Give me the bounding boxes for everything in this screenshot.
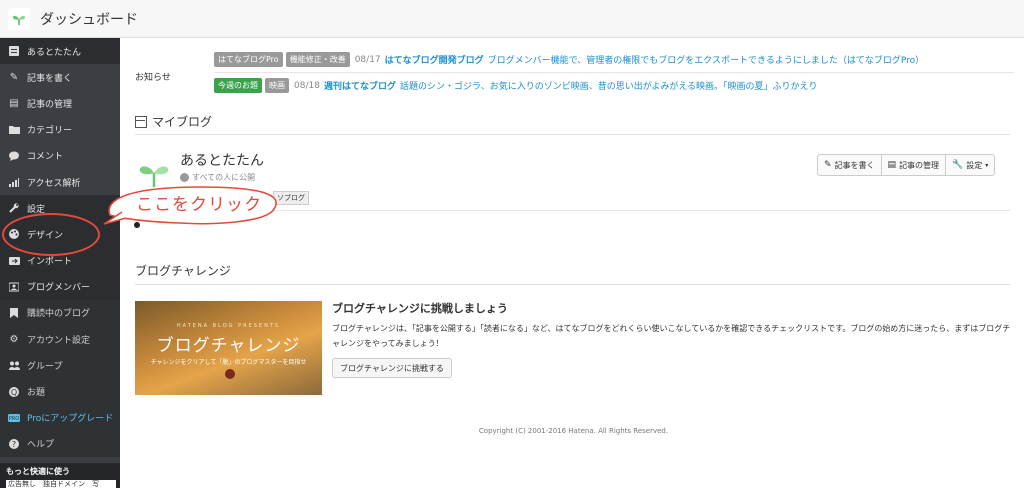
question-icon: Q [8,386,20,398]
group-icon [8,359,20,371]
notice-tag[interactable]: 映画 [265,78,289,93]
document-icon: ▤ [887,160,897,170]
hatena-sprout-logo-icon[interactable] [8,7,30,30]
notice-source-link[interactable]: はてなブログ開発ブログ [385,53,484,66]
top-header: ダッシュボード [0,0,1024,38]
sidebar-item-manage[interactable]: ▤ 記事の管理 [0,90,120,116]
sidebar: あるとたたん ✎ 記事を書く ▤ 記事の管理 カテゴリー コメント アクセス解析… [0,38,120,488]
main-content: お知らせ はてなブログPro 機能修正・改善 08/17 はてなブログ開発ブログ… [2,38,1024,488]
banner-kicker: HATENA BLOG PRESENTS [176,323,281,329]
blog-name-link[interactable]: あるとたたん [180,150,264,170]
banner-subtitle: チャレンジをクリアして「脱」のブログマスターを目指せ [150,359,307,366]
sidebar-item-label: グループ [27,361,63,372]
button-label: 設定 [966,160,983,170]
notice-date: 08/18 [294,80,320,91]
start-challenge-button[interactable]: ブログチャレンジに挑戦する [332,358,452,378]
promo-text: 広告無し 独自ドメイン 写 [6,480,116,488]
highlight-ellipse [2,213,100,256]
blog-icon [8,45,20,57]
challenge-description: ブログチャレンジは、「記事を公開する」「読者になる」など、はてなブログをどれくら… [332,324,1011,348]
banner-title: ブログチャレンジ [156,336,301,356]
document-icon: ▤ [9,97,19,109]
sidebar-item-blog[interactable]: あるとたたん [0,38,120,65]
challenge-section-title: ブログチャレンジ [135,264,231,278]
sidebar-item-category[interactable]: カテゴリー [0,117,120,143]
write-post-button[interactable]: ✎ 記事を書く [818,155,882,175]
comment-icon [8,150,20,162]
wrench-icon: 🔧 [952,160,964,170]
settings-dropdown-button[interactable]: 🔧 設定 ▾ [946,155,994,175]
sidebar-item-members[interactable]: ブログメンバー [0,273,120,300]
help-icon: ? [8,438,20,450]
button-label: 記事を書く [834,160,875,170]
visibility-text: すべての人に公開 [192,173,256,182]
banner-figure [225,369,235,379]
sidebar-promo[interactable]: もっと快適に使う 広告無し 独自ドメイン 写 [0,463,120,488]
challenge-heading: ブログチャレンジに挑戦しましょう [332,302,508,315]
members-icon [8,281,20,293]
sidebar-item-label: 購読中のブログ [27,309,91,320]
wrench-icon [8,202,20,214]
sidebar-item-label: Proにアップグレード [27,414,114,425]
gear-icon: ⚙ [9,333,19,345]
edit-icon: ✎ [9,71,19,83]
sidebar-item-label: ブログメンバー [27,283,91,294]
divider [214,72,1014,73]
blog-visibility: すべての人に公開 [180,172,255,183]
sidebar-item-label: あるとたたん [27,47,82,58]
notice-source-link[interactable]: 週刊はてなブログ [324,79,396,92]
blog-action-buttons: ✎ 記事を書く ▤ 記事の管理 🔧 設定 ▾ [817,154,996,176]
chart-icon [8,176,20,188]
promo-title: もっと快適に使う [6,467,70,476]
sidebar-item-help[interactable]: ? ヘルプ [0,430,120,457]
sidebar-item-subscriptions[interactable]: 購読中のブログ [0,299,120,327]
blog-sprout-icon [136,158,172,188]
sidebar-item-label: アカウント設定 [27,335,91,346]
notice-link[interactable]: ブログメンバー機能で、管理者の権限でもブログをエクスポートできるようにしました（… [488,53,924,66]
notice-row: はてなブログPro 機能修正・改善 08/17 はてなブログ開発ブログ ブログメ… [214,52,924,67]
button-label: 記事の管理 [899,160,940,170]
sidebar-item-label: アクセス解析 [27,178,81,189]
notice-date: 08/17 [354,54,381,65]
sidebar-item-pro-upgrade[interactable]: PRO Proにアップグレード [0,404,120,431]
sidebar-item-odai[interactable]: Q お題 [0,378,120,405]
manage-posts-button[interactable]: ▤ 記事の管理 [882,155,947,175]
svg-text:?: ? [12,440,16,449]
svg-text:Q: Q [11,388,17,397]
myblog-section-title: マイブログ [135,113,212,130]
callout-text: ここをクリック [136,195,262,215]
challenge-banner-image[interactable]: HATENA BLOG PRESENTS ブログチャレンジ チャレンジをクリアし… [135,301,322,395]
copyright-text: Copyright (C) 2001-2016 Hatena. All Righ… [478,427,669,435]
notice-link[interactable]: 話題のシン・ゴジラ、お気に入りのゾンビ映画、昔の思い出がよみがえる映画。「映画の… [400,79,818,92]
notice-row: 今週のお題 映画 08/18 週刊はてなブログ 話題のシン・ゴジラ、お気に入りの… [214,78,818,93]
divider [135,134,1010,135]
import-icon [8,255,20,267]
sidebar-item-label: 記事を書く [27,73,73,84]
notices-label: お知らせ [135,73,171,83]
sidebar-item-group[interactable]: グループ [0,352,120,379]
sidebar-item-label: お題 [27,388,46,399]
svg-text:PRO: PRO [9,416,19,422]
sidebar-item-label: ヘルプ [27,440,55,451]
sidebar-item-label: コメント [27,152,64,163]
divider [135,284,1010,285]
bookmark-icon [8,307,20,319]
section-heading: マイブログ [152,115,213,129]
edit-icon: ✎ [824,160,832,170]
sidebar-item-label: 記事の管理 [27,99,73,110]
folder-icon [8,124,20,136]
pro-icon: PRO [8,412,20,424]
sidebar-item-account[interactable]: ⚙ アカウント設定 [0,326,120,353]
sidebar-item-label: インポート [27,257,73,268]
notice-tag[interactable]: 機能修正・改善 [285,52,350,67]
sidebar-item-label: カテゴリー [27,126,73,137]
notice-tag[interactable]: 今週のお題 [214,78,262,93]
sidebar-item-write[interactable]: ✎ 記事を書く [0,64,120,90]
sidebar-item-comment[interactable]: コメント [0,143,120,169]
caret-down-icon: ▾ [985,161,989,169]
dashboard-panel-icon [135,115,147,128]
notice-tag[interactable]: はてなブログPro [214,52,283,67]
globe-icon [180,173,189,182]
page-title: ダッシュボード [40,11,138,28]
